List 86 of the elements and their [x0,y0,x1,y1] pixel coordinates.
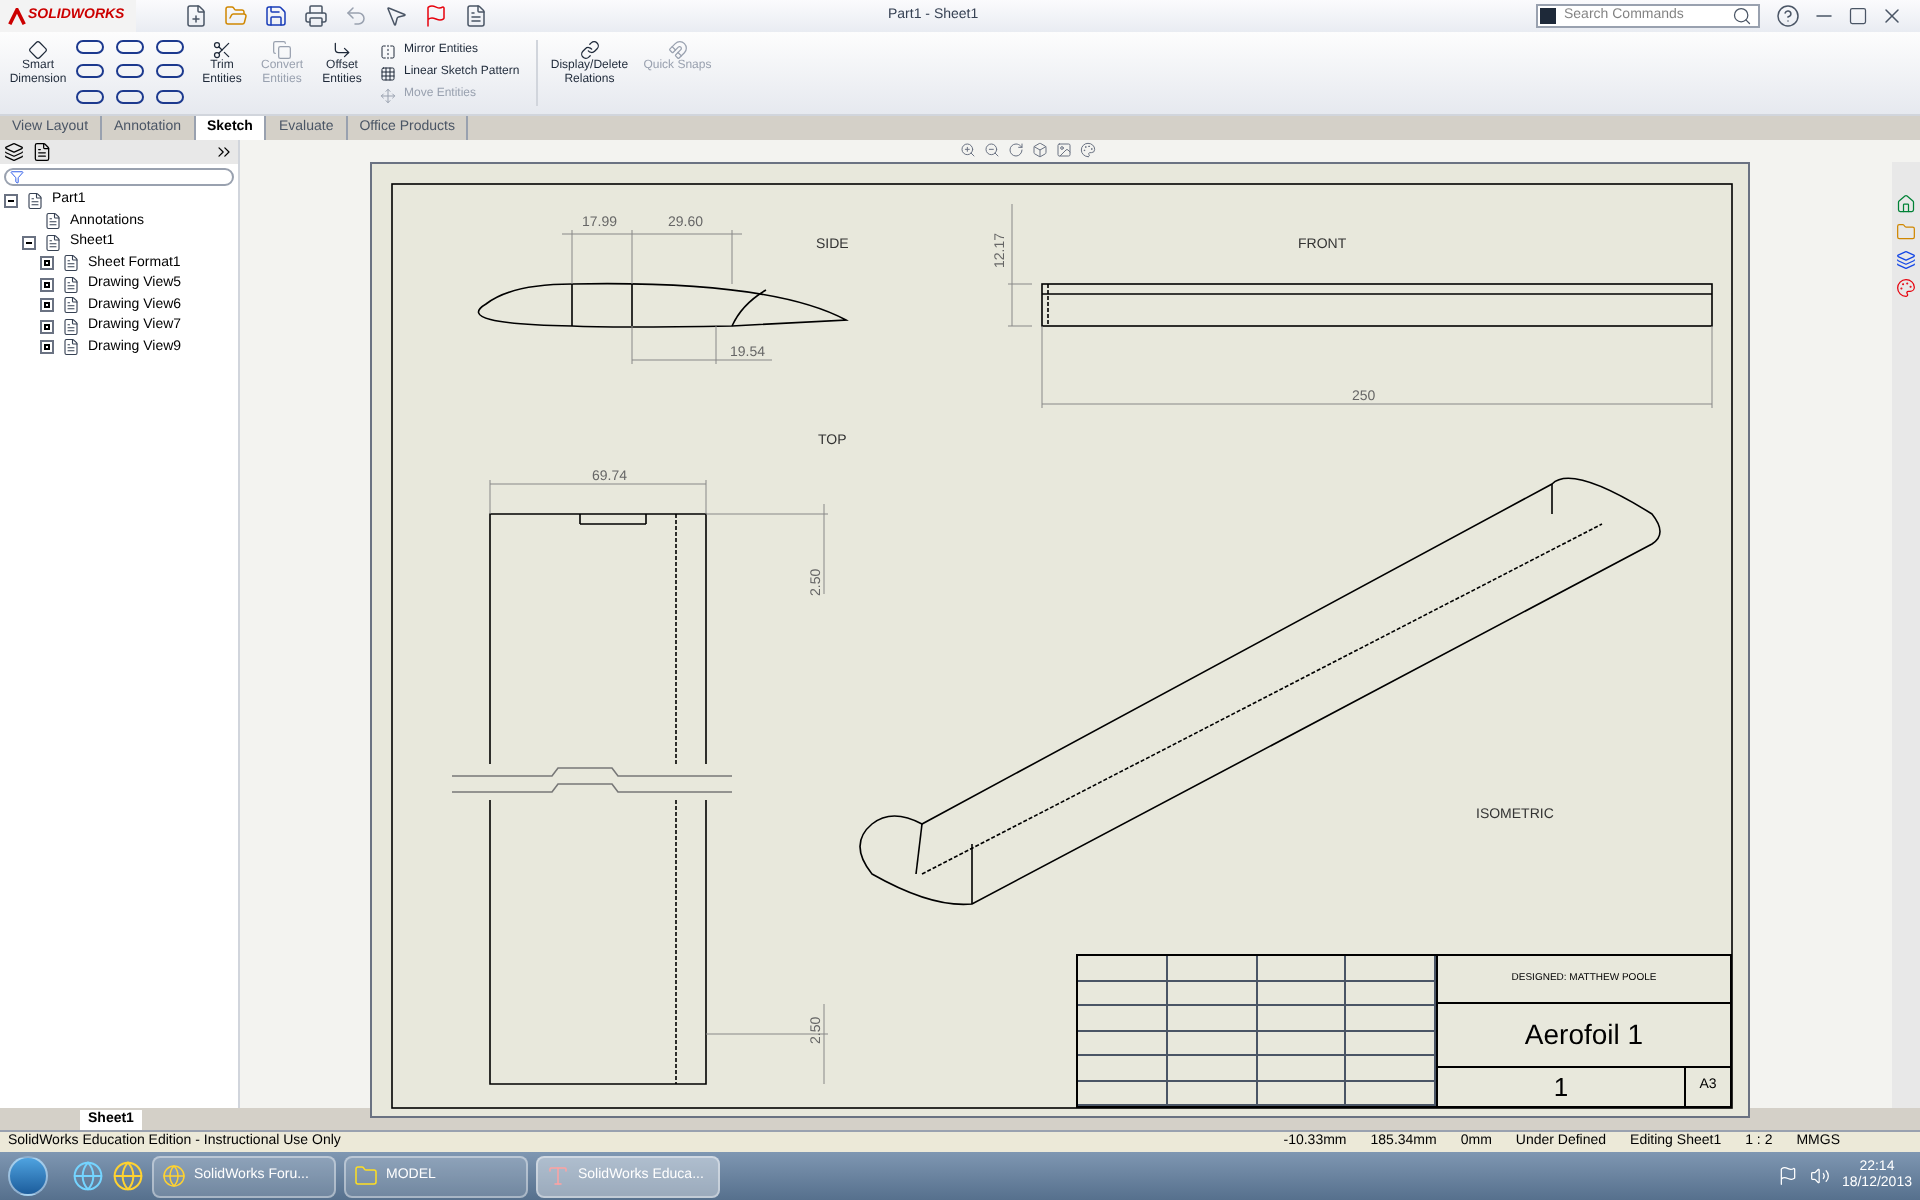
expand-toggle[interactable] [4,193,18,208]
document-icon [44,212,62,231]
title-block-cell [1346,956,1436,981]
property-icon [32,142,52,162]
zoom-icon [960,142,976,158]
title-block-cell [1346,1031,1436,1056]
tool-icon [667,40,688,60]
start-button[interactable] [8,1156,48,1196]
open-folder-icon [224,4,248,28]
tool-icon [28,40,48,60]
title-block-cell [1167,1056,1257,1081]
browser-icon [112,1160,144,1192]
zoom-area-icon [984,142,1000,158]
document-icon [62,338,80,357]
help-icon [1776,4,1800,28]
filter-field[interactable] [4,168,234,186]
tool-icon [380,87,396,103]
title-block-cell [1078,1081,1168,1106]
browser-icon [162,1164,186,1188]
document-icon [62,275,80,294]
search-icon [1732,6,1752,26]
title-block-cell [1167,1031,1257,1056]
close-icon [1880,4,1904,28]
title-block-cell [1257,1056,1347,1081]
folder-icon [354,1164,378,1188]
new-file-icon [184,4,208,28]
title-block-cell [1346,981,1436,1006]
terminal-icon [1540,8,1556,24]
title-block-cell [1078,956,1168,981]
volume-icon [1809,1166,1830,1186]
expand-toggle[interactable] [40,256,54,271]
expand-toggle[interactable] [40,277,54,292]
title-block-cell [1078,981,1168,1006]
title-block-cell [1257,1081,1347,1106]
select-icon [384,4,408,28]
expand-toggle[interactable] [22,235,36,250]
feature-tree-icon [4,142,24,162]
tool-icon [380,65,396,81]
view-icon [1032,142,1048,158]
print-icon [304,4,328,28]
expand-toggle[interactable] [40,298,54,313]
expand-toggle[interactable] [40,340,54,355]
title-block-cell [1346,1081,1436,1106]
appearance-icon [1896,278,1916,298]
document-icon [62,296,80,315]
tool-icon [579,40,600,60]
tool-icon [380,43,396,59]
title-block-cell [1257,1006,1347,1031]
app-icon [546,1164,570,1188]
title-block-cell [1346,1006,1436,1031]
title-block-cell [1167,1081,1257,1106]
expand-toggle[interactable] [40,319,54,334]
title-block-cell [1167,956,1257,981]
filter-icon [10,170,24,184]
title-block-cell [1078,1006,1168,1031]
library-icon [1896,250,1916,270]
document-icon [62,254,80,273]
document-icon [62,317,80,336]
tool-icon [332,40,352,60]
properties-icon [464,4,488,28]
save-icon [264,4,288,28]
title-block-cell [1346,1056,1436,1081]
title-block-cell [1078,1031,1168,1056]
sheet-number: 1 [1553,1069,1569,1105]
title-block-cell [1167,1006,1257,1031]
title-block-cell [1167,981,1257,1006]
tool-icon [272,40,292,60]
document-icon [26,191,44,210]
browser-icon [72,1160,104,1192]
tool-icon [212,40,232,60]
title-block-cell [1257,956,1347,981]
display-icon [1056,142,1072,158]
flag-icon [1777,1166,1798,1186]
drawing-title: Aerofoil 1 [1524,1015,1644,1054]
logo-icon [8,7,26,25]
restore-icon [1848,6,1868,26]
rotate-icon [1008,142,1024,158]
title-block-cell [1078,1056,1168,1081]
title-block-cell [1257,981,1347,1006]
document-icon [44,233,62,252]
appearance-icon [1080,142,1096,158]
title-block-cell [1257,1031,1347,1056]
home-icon [1896,194,1916,214]
folder-icon [1896,222,1916,242]
expand-panel-icon [214,142,234,162]
undo-icon [344,4,368,28]
